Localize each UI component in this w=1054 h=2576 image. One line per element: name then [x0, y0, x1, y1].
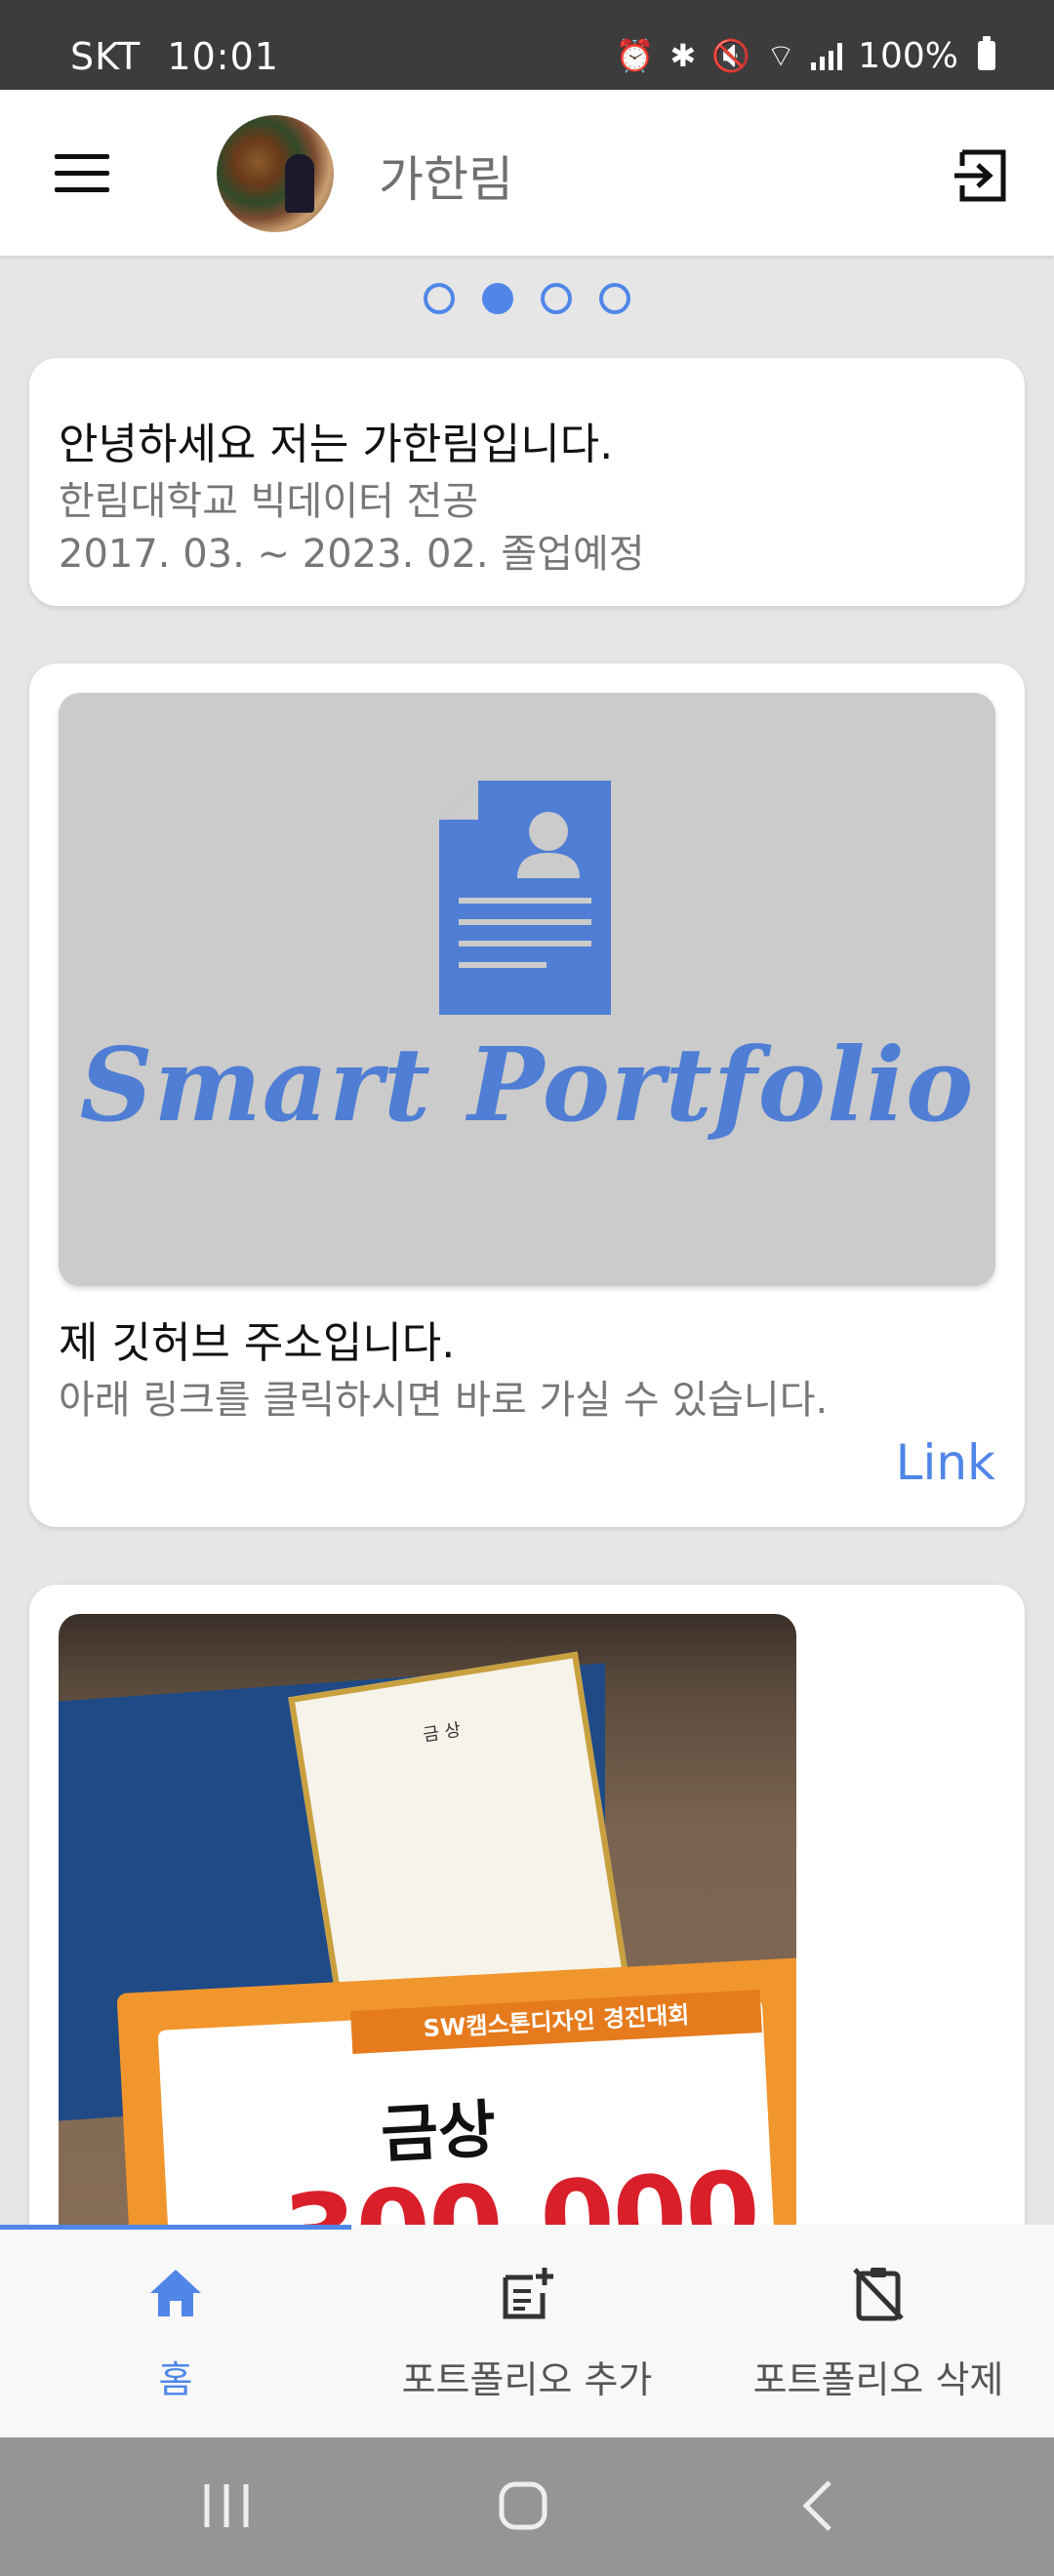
signal-icon [811, 41, 843, 70]
back-icon[interactable] [798, 2478, 837, 2533]
nav-label-add-portfolio: 포트폴리오 추가 [401, 2358, 653, 2401]
certificate-title: 금 상 [422, 1719, 463, 1747]
github-link[interactable]: Link [896, 1434, 995, 1491]
nav-item-delete-portfolio[interactable]: 포트폴리오 삭제 [703, 2225, 1054, 2437]
github-subtitle: 아래 링크를 클릭하시면 바로 가실 수 있습니다. [59, 1378, 829, 1423]
clock-text: 10:01 [167, 35, 279, 78]
app-bar: 가한림 [0, 90, 1054, 256]
nav-label-delete-portfolio: 포트폴리오 삭제 [752, 2358, 1004, 2401]
nav-item-add-portfolio[interactable]: 포트폴리오 추가 [351, 2225, 703, 2437]
intro-major: 한림대학교 빅데이터 전공 [59, 479, 479, 524]
smart-portfolio-banner: Smart Portfolio [59, 693, 995, 1286]
document-profile-icon [439, 781, 611, 1015]
avatar [217, 115, 334, 232]
github-card: Smart Portfolio 제 깃허브 주소입니다. 아래 링크를 클릭하시… [29, 664, 1025, 1527]
battery-text: 100% [858, 35, 958, 76]
intro-title: 안녕하세요 저는 가한림입니다. [59, 420, 614, 469]
user-name: 가한림 [379, 151, 513, 208]
nav-label-home: 홈 [158, 2358, 193, 2401]
recent-apps-icon[interactable] [201, 2478, 252, 2533]
status-left: SKT 10:01 [70, 0, 279, 90]
wifi-icon: ⌔ [765, 37, 796, 74]
menu-icon[interactable] [55, 154, 109, 193]
prize-board-award: 금상 [379, 2093, 498, 2173]
bottom-navigation: 홈 포트폴리오 추가 포트폴리오 삭제 [0, 2225, 1054, 2437]
carrier-text: SKT [70, 35, 142, 78]
carousel-dot-active[interactable] [482, 283, 513, 314]
mute-icon: 🔇 [711, 37, 750, 74]
home-system-icon[interactable] [496, 2478, 550, 2533]
award-card: 금 상 SW캠스톤디자인 경진대회 금상 300,000 [29, 1585, 1025, 2326]
alarm-icon: ⏰ [615, 37, 655, 74]
github-title: 제 깃허브 주소입니다. [59, 1318, 456, 1368]
intro-card: 안녕하세요 저는 가한림입니다. 한림대학교 빅데이터 전공 2017. 03.… [29, 358, 1025, 606]
system-navigation-bar [0, 2437, 1054, 2576]
logout-icon[interactable] [954, 148, 1011, 203]
nav-item-home[interactable]: 홈 [0, 2225, 351, 2437]
status-right: ⏰ ✱ 🔇 ⌔ 100% [615, 0, 995, 90]
carousel-indicator [0, 283, 1054, 314]
intro-period: 2017. 03. ~ 2023. 02. 졸업예정 [59, 532, 645, 577]
status-bar: SKT 10:01 ⏰ ✱ 🔇 ⌔ 100% [0, 0, 1054, 90]
add-note-icon [503, 2268, 553, 2319]
battery-icon [978, 36, 995, 70]
carousel-dot[interactable] [541, 283, 572, 314]
award-photo: 금 상 SW캠스톤디자인 경진대회 금상 300,000 [59, 1614, 796, 2326]
home-icon [150, 2270, 201, 2316]
delete-clipboard-icon [853, 2268, 904, 2321]
banner-title: Smart Portfolio [79, 1025, 975, 1145]
bluetooth-icon: ✱ [669, 37, 697, 74]
carousel-dot[interactable] [599, 283, 630, 314]
carousel-dot[interactable] [424, 283, 455, 314]
